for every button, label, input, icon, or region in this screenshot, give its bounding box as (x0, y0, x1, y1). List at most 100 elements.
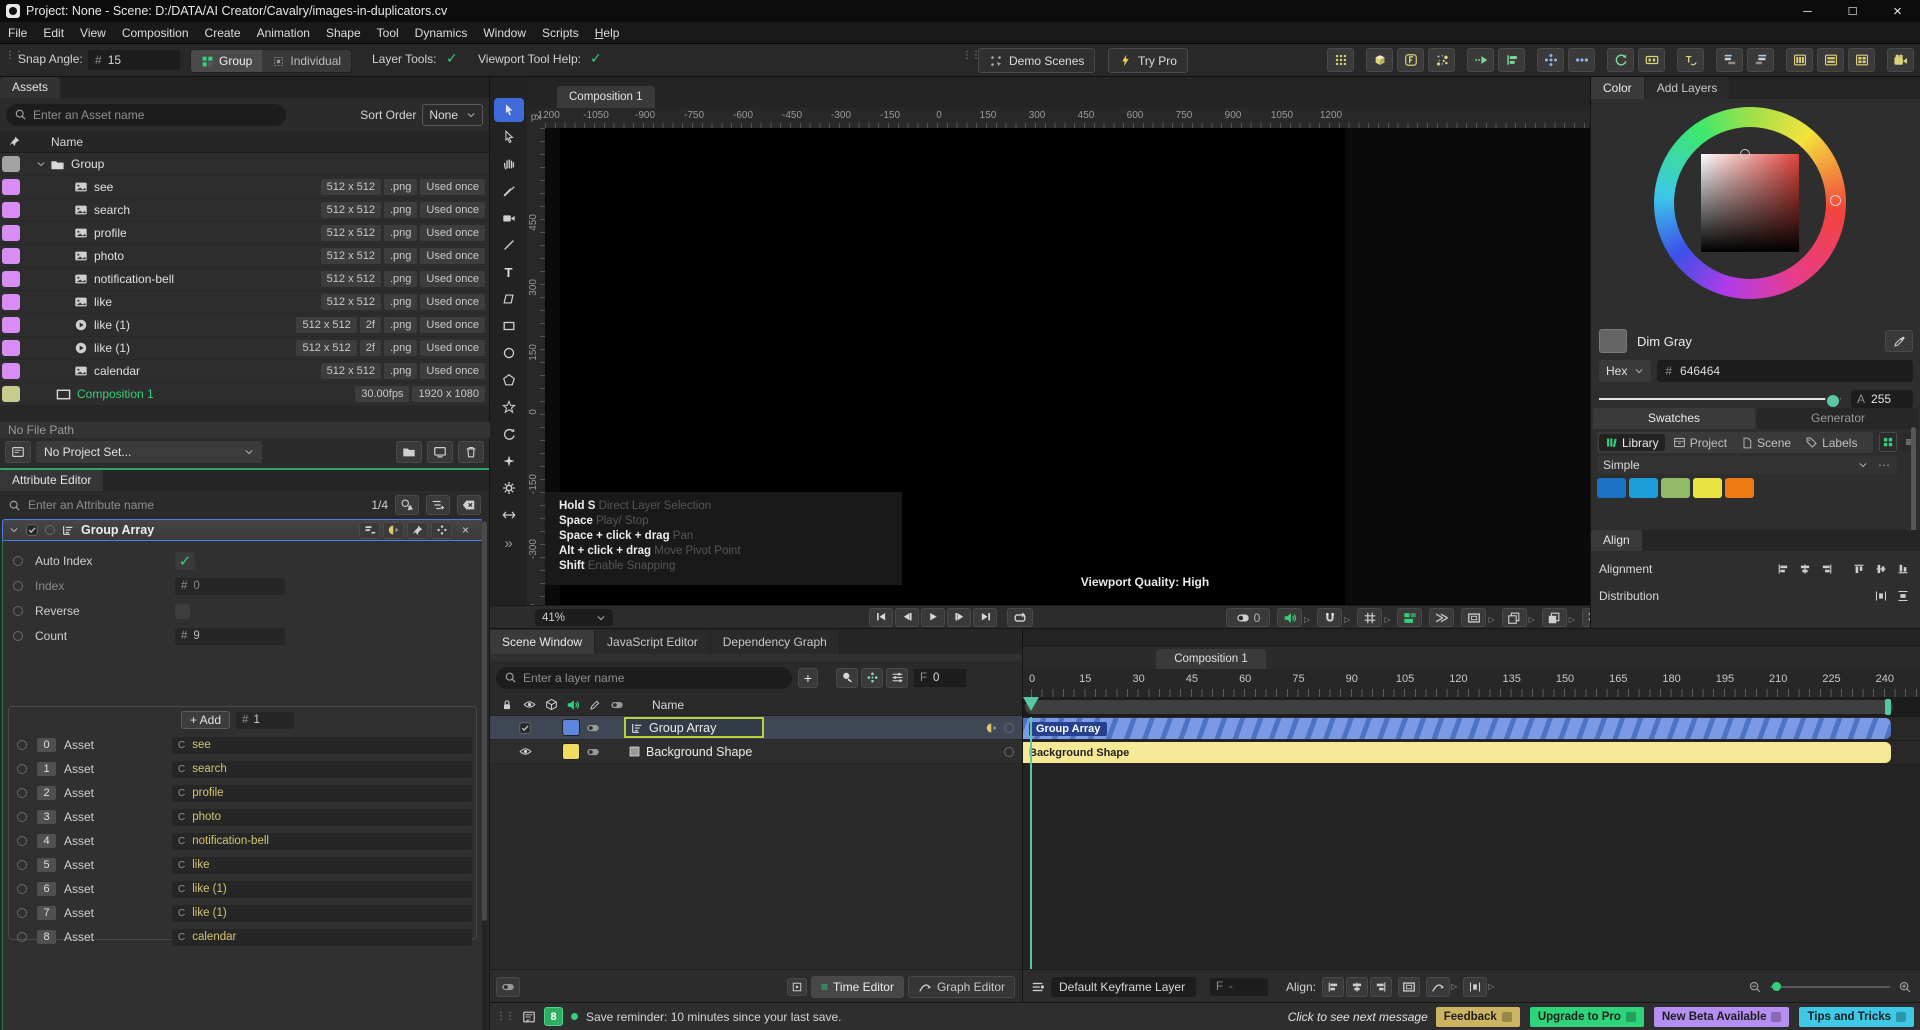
keyframe-dot[interactable] (17, 788, 27, 798)
io-toggle-button[interactable] (383, 522, 404, 539)
toolbar-layout-columns-button[interactable] (1786, 48, 1813, 72)
grid-view-button[interactable] (1879, 432, 1897, 452)
keyframe-dot[interactable] (17, 740, 27, 750)
layer-keyframe-dot[interactable] (1004, 747, 1014, 757)
collapse-chevron-icon[interactable] (9, 525, 19, 535)
keyframe-dot[interactable] (17, 860, 27, 870)
checkbox-checked[interactable]: ✓ (175, 552, 195, 570)
asset-row-photo[interactable]: photo512 x 512.pngUsed once (0, 245, 489, 268)
timeline-scroll-handle[interactable] (1025, 700, 1893, 714)
keyframe-dot[interactable] (45, 525, 55, 535)
graph-editor-button[interactable]: Graph Editor (908, 976, 1015, 998)
timeline-comp-tab[interactable]: Composition 1 (1156, 649, 1266, 669)
toolbar-rotate-cycle-button[interactable] (1607, 48, 1634, 72)
layer-row-background-shape[interactable]: Background Shape (490, 740, 1022, 764)
asset-row-like[interactable]: like512 x 512.pngUsed once (0, 291, 489, 314)
tab-scene-window[interactable]: Scene Window (490, 630, 595, 654)
play-button[interactable] (921, 608, 945, 627)
align-right-button[interactable] (1817, 560, 1837, 578)
color-swatch-chip[interactable] (1661, 478, 1690, 498)
menu-create[interactable]: Create (197, 22, 249, 44)
open-folder-button[interactable] (396, 441, 422, 463)
skip-end-button[interactable] (973, 608, 997, 627)
frame-range-button[interactable] (1398, 977, 1420, 997)
toolbar-dot-cross-button[interactable] (1537, 48, 1564, 72)
asset-color-swatch[interactable] (2, 248, 20, 264)
sv-selector[interactable] (1740, 149, 1750, 159)
keyframe-dot[interactable] (13, 581, 23, 591)
color-swatch-chip[interactable] (1725, 478, 1754, 498)
scatter-button[interactable] (431, 522, 452, 539)
align-bottom-button[interactable] (1893, 560, 1913, 578)
keyframe-dot[interactable] (13, 606, 23, 616)
frame-options-chevron[interactable]: ▷ (1488, 611, 1494, 625)
demo-scenes-button[interactable]: Demo Scenes (978, 48, 1095, 73)
asset-color-swatch[interactable] (2, 271, 20, 287)
distribute-kf-button[interactable] (1463, 977, 1487, 997)
keyframe-dot[interactable] (13, 556, 23, 566)
onion-skin-toggle[interactable]: 0 (1226, 608, 1270, 627)
layer-enabled-checkbox[interactable] (516, 721, 534, 735)
toolbar-dashed-arrow-button[interactable] (1467, 48, 1494, 72)
align-center-h-button[interactable] (1795, 560, 1815, 578)
asset-reference-field[interactable]: Clike (1) (172, 905, 472, 922)
tips-and-tricks-button[interactable]: Tips and Tricks (1799, 1007, 1914, 1027)
attribute-scrollbar[interactable] (482, 519, 487, 1030)
tool-stretch[interactable] (494, 503, 524, 527)
filter-sliders-button[interactable] (886, 668, 908, 688)
asset-color-swatch[interactable] (2, 317, 20, 333)
step-fwd-button[interactable] (947, 608, 971, 627)
tool-ellipse[interactable] (494, 341, 524, 365)
zoom-out-icon[interactable] (1748, 980, 1762, 994)
timeline-ruler[interactable]: 0153045607590105120135150165180195210225… (1023, 669, 1920, 697)
asset-reference-field[interactable]: Cprofile (172, 785, 472, 802)
distribute-v-button[interactable] (1893, 587, 1913, 605)
duplicate-button[interactable] (1542, 608, 1567, 627)
tab-add-layers[interactable]: Add Layers (1645, 77, 1731, 99)
timeline-zoom-slider[interactable] (1770, 986, 1890, 988)
tab-dependency-graph[interactable]: Dependency Graph (711, 630, 840, 654)
trash-button[interactable] (458, 441, 484, 463)
frame-filter-field[interactable]: F 0 (914, 669, 966, 687)
io-connection-icon[interactable] (986, 722, 998, 734)
layer-tools-check[interactable]: ✓ (446, 50, 458, 67)
time-editor-button[interactable]: ≡ Time Editor (811, 976, 904, 998)
source-scene[interactable]: Scene (1735, 434, 1797, 451)
maximize-button[interactable]: ☐ (1830, 0, 1875, 22)
tool-rotate[interactable] (494, 422, 524, 446)
toolbar-align-bars-button[interactable] (1498, 48, 1525, 72)
ease-curve-button[interactable] (1426, 977, 1450, 997)
next-message-hint[interactable]: Click to see next message (1288, 1010, 1428, 1024)
guides-button[interactable] (1397, 608, 1422, 627)
audio-options-chevron[interactable]: ▷ (1304, 611, 1310, 625)
tab-assets[interactable]: Assets (0, 77, 60, 98)
tab-attribute-editor[interactable]: Attribute Editor (0, 470, 103, 491)
asset-row-group[interactable]: Group (0, 153, 489, 176)
tool-transform-box[interactable] (494, 287, 524, 311)
toolbar-stagger-offset-button[interactable] (1716, 48, 1743, 72)
align-middle-button[interactable] (1871, 560, 1891, 578)
timeline-bar[interactable]: Background Shape (1023, 742, 1891, 763)
clip-toggle-button[interactable] (496, 977, 520, 997)
project-set-dropdown[interactable]: No Project Set... (36, 441, 262, 463)
zoom-level-dropdown[interactable]: 41% (535, 609, 613, 626)
tool-settings[interactable] (494, 476, 524, 500)
value-field[interactable]: #0 (175, 578, 285, 595)
try-pro-button[interactable]: Try Pro (1108, 48, 1188, 73)
add-count-field[interactable]: # 1 (236, 712, 294, 729)
expand-chevron-icon[interactable] (36, 159, 46, 169)
asset-color-swatch[interactable] (2, 340, 20, 356)
layer-visible-eye[interactable] (516, 745, 534, 758)
toolbar-dots-grid-button[interactable] (1327, 48, 1354, 72)
audio-button[interactable] (1277, 608, 1302, 627)
align-kf-left-button[interactable] (1322, 977, 1344, 997)
menu-composition[interactable]: Composition (114, 22, 197, 44)
sv-square[interactable] (1701, 154, 1799, 252)
asset-color-swatch[interactable] (2, 386, 20, 402)
layer-keyframe-dot[interactable] (1004, 723, 1014, 733)
asset-reference-field[interactable]: Clike (172, 857, 472, 874)
feedback-button[interactable]: Feedback (1436, 1007, 1520, 1027)
asset-reference-field[interactable]: Csearch (172, 761, 472, 778)
menu-shape[interactable]: Shape (318, 22, 369, 44)
layer-name-cell[interactable]: Group Array (624, 717, 764, 738)
